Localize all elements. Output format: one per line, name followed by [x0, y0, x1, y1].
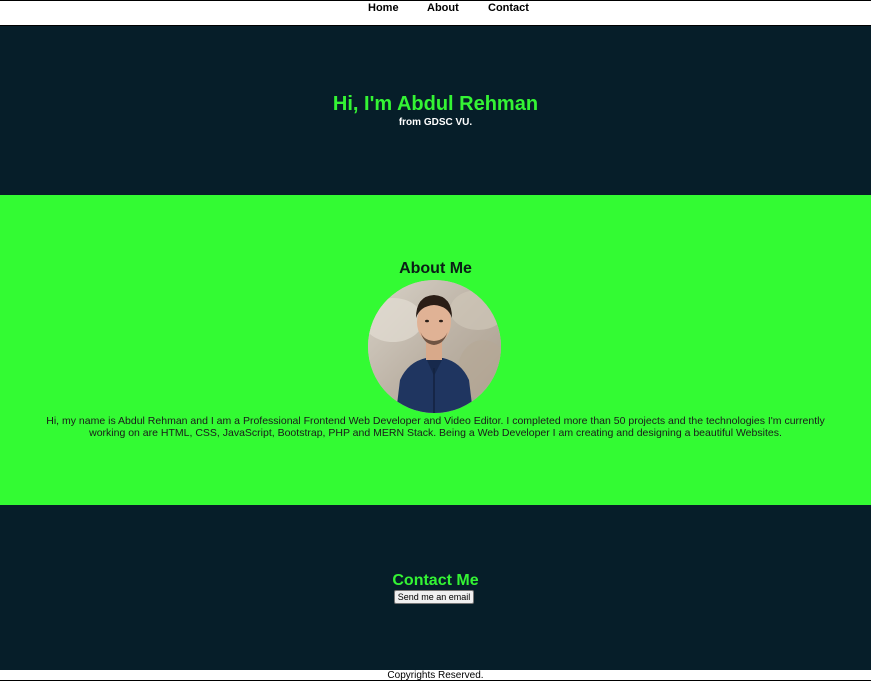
- portfolio-page: Home About Contact Hi, I'm Abdul Rehman …: [0, 0, 871, 681]
- about-description: Hi, my name is Abdul Rehman and I am a P…: [46, 415, 825, 439]
- hero-section: Hi, I'm Abdul Rehman from GDSC VU.: [0, 26, 871, 195]
- about-section: About Me Hi, my name is Abdul Rehman and…: [0, 195, 871, 505]
- nav-link-home[interactable]: Home: [368, 1, 399, 15]
- contact-title: Contact Me: [392, 572, 479, 589]
- profile-photo-illustration: [368, 280, 501, 413]
- nav-link-contact[interactable]: Contact: [488, 1, 529, 15]
- send-email-button[interactable]: Send me an email: [394, 590, 474, 604]
- footer: Copyrights Reserved.: [0, 670, 871, 681]
- hero-title: Hi, I'm Abdul Rehman: [332, 93, 539, 115]
- navbar: Home About Contact: [0, 0, 871, 26]
- about-title: About Me: [399, 260, 472, 277]
- profile-photo: [368, 280, 501, 413]
- contact-section: Contact Me Send me an email: [0, 505, 871, 670]
- footer-copyright: Copyrights Reserved.: [387, 670, 484, 681]
- nav-link-about[interactable]: About: [427, 1, 459, 15]
- hero-subtitle: from GDSC VU.: [398, 117, 473, 128]
